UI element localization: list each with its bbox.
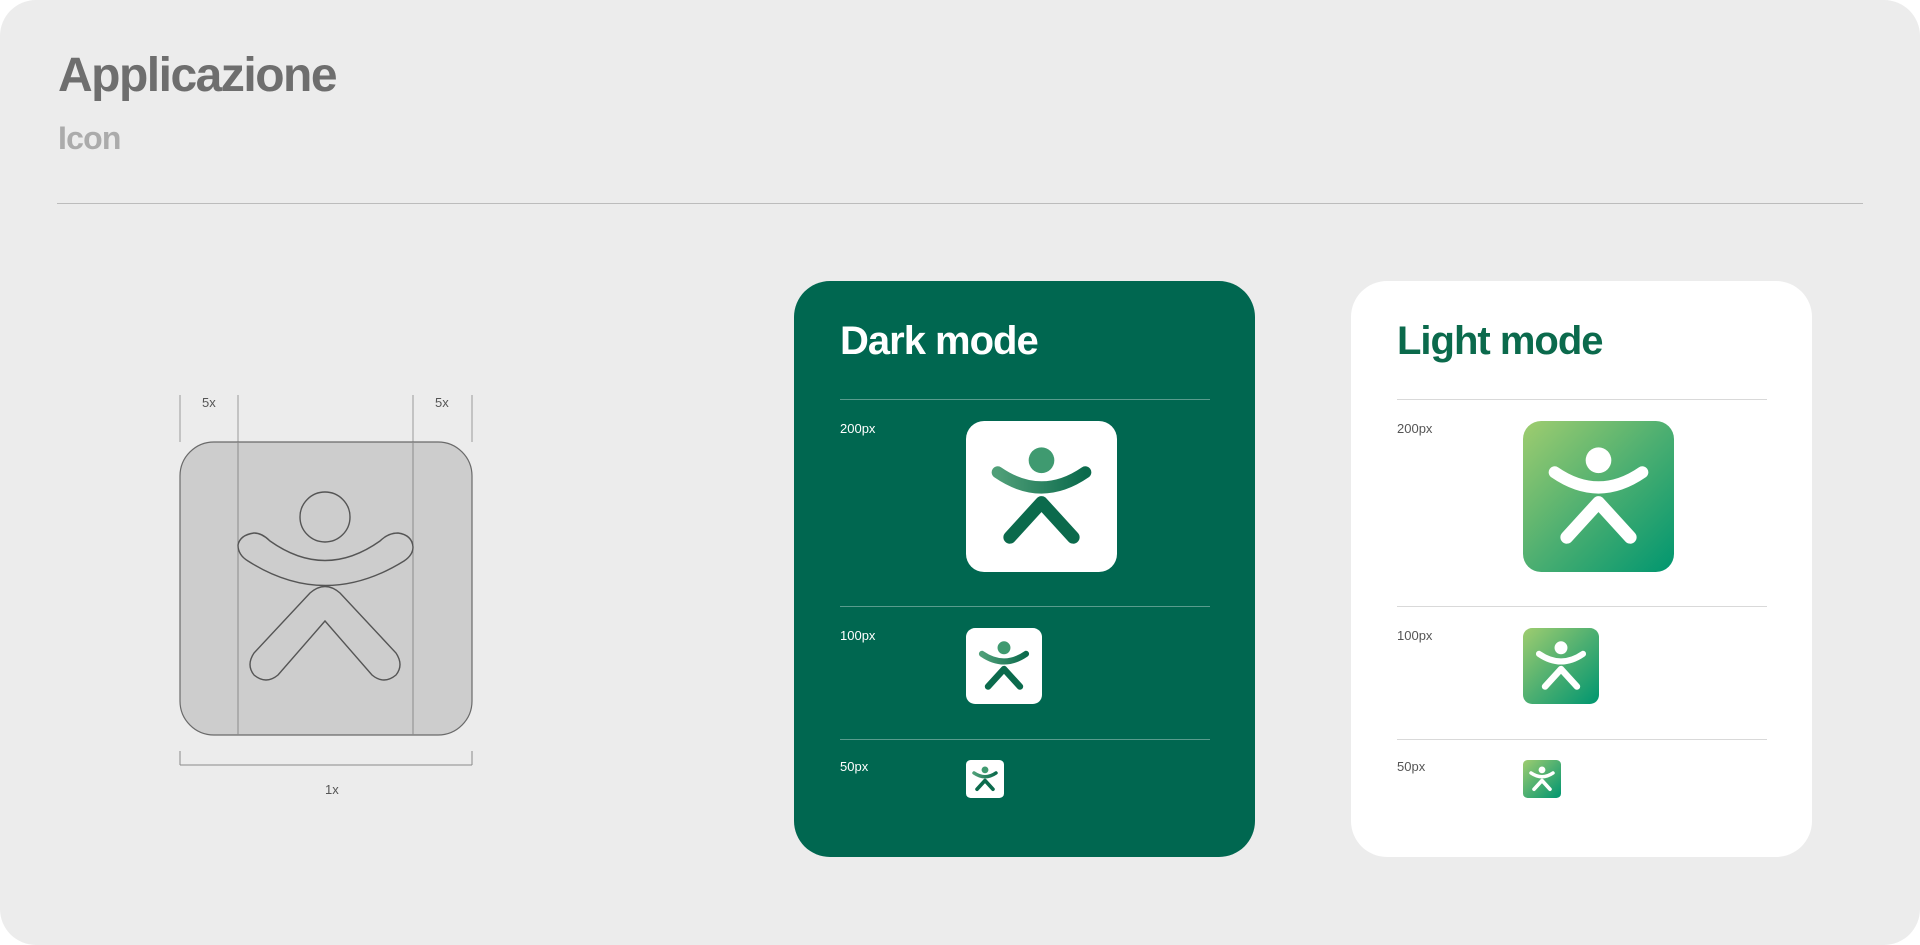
app-icon-50-light xyxy=(1523,760,1561,798)
size-label-50: 50px xyxy=(840,759,869,774)
size-label-200: 200px xyxy=(840,421,876,436)
size-label-100: 100px xyxy=(840,628,876,643)
icon-construction-diagram: 5x 5x 1x xyxy=(170,385,490,805)
construction-grid xyxy=(179,395,473,766)
size-label-100: 100px xyxy=(1397,628,1433,643)
light-mode-title: Light mode xyxy=(1397,319,1604,363)
app-icon-50-dark xyxy=(966,760,1004,798)
divider xyxy=(1397,739,1767,740)
header-divider xyxy=(57,203,1863,204)
app-icon-100-light xyxy=(1523,628,1599,704)
dark-mode-title: Dark mode xyxy=(840,319,1039,363)
app-icon-200-light xyxy=(1523,421,1674,572)
page-subtitle: Icon xyxy=(58,120,121,156)
light-mode-card: Light mode 200px 100px 50px xyxy=(1351,281,1812,857)
dark-mode-card: Dark mode 200px 100px 50px xyxy=(794,281,1255,857)
divider xyxy=(840,606,1210,607)
app-icon-100-dark xyxy=(966,628,1042,704)
app-icon-200-dark xyxy=(966,421,1117,572)
width-label: 1x xyxy=(325,782,339,797)
size-label-50: 50px xyxy=(1397,759,1426,774)
page-title: Applicazione xyxy=(58,49,338,102)
divider xyxy=(1397,606,1767,607)
divider xyxy=(840,739,1210,740)
margin-label-left: 5x xyxy=(202,395,216,410)
divider xyxy=(840,399,1210,400)
divider xyxy=(1397,399,1767,400)
artboard: Applicazione Icon 5x 5x 1x Dark mode 200… xyxy=(0,0,1920,945)
size-label-200: 200px xyxy=(1397,421,1433,436)
margin-label-right: 5x xyxy=(435,395,449,410)
